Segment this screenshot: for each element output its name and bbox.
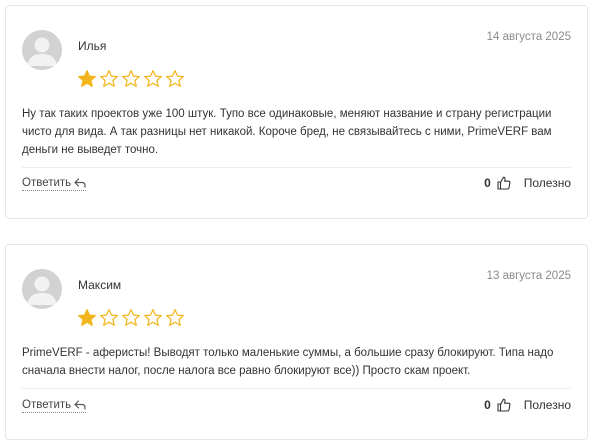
like-count: 0 (484, 398, 491, 412)
star-empty-icon (100, 309, 118, 326)
reply-button[interactable]: Ответить (22, 177, 87, 191)
reply-button[interactable]: Ответить (22, 399, 87, 413)
star-empty-icon (122, 309, 140, 326)
vote-area: 0 Полезно (484, 176, 571, 190)
author-name: Илья (78, 39, 107, 53)
star-empty-icon (166, 309, 184, 326)
thumbs-up-icon[interactable] (497, 176, 511, 190)
review-date: 13 августа 2025 (486, 270, 571, 282)
reply-label: Ответить (22, 177, 72, 189)
helpful-button[interactable]: Полезно (524, 176, 571, 190)
star-filled-icon (78, 309, 96, 326)
star-rating (77, 308, 185, 328)
reply-label: Ответить (22, 399, 72, 411)
star-rating (77, 69, 185, 89)
review-date: 14 августа 2025 (486, 31, 571, 43)
review-text: PrimeVERF - аферисты! Выводят только мал… (22, 347, 554, 377)
vote-area: 0 Полезно (484, 398, 571, 412)
divider (22, 388, 571, 389)
review-text: Ну так таких проектов уже 100 штук. Тупо… (22, 108, 552, 156)
star-empty-icon (144, 309, 162, 326)
reply-arrow-icon (74, 400, 86, 410)
like-count: 0 (484, 176, 491, 190)
reply-arrow-icon (74, 178, 86, 188)
star-empty-icon (166, 70, 184, 87)
author-name: Максим (78, 278, 122, 292)
star-filled-icon (78, 70, 96, 87)
user-avatar-icon (22, 30, 62, 70)
review-card: Илья 14 августа 2025 Ну так таких проект… (5, 5, 588, 219)
thumbs-up-icon[interactable] (497, 398, 511, 412)
helpful-button[interactable]: Полезно (524, 398, 571, 412)
user-avatar-icon (22, 269, 62, 309)
review-card: Максим 13 августа 2025 PrimeVERF - афери… (5, 244, 588, 440)
star-empty-icon (100, 70, 118, 87)
divider (22, 167, 571, 168)
star-empty-icon (144, 70, 162, 87)
star-empty-icon (122, 70, 140, 87)
